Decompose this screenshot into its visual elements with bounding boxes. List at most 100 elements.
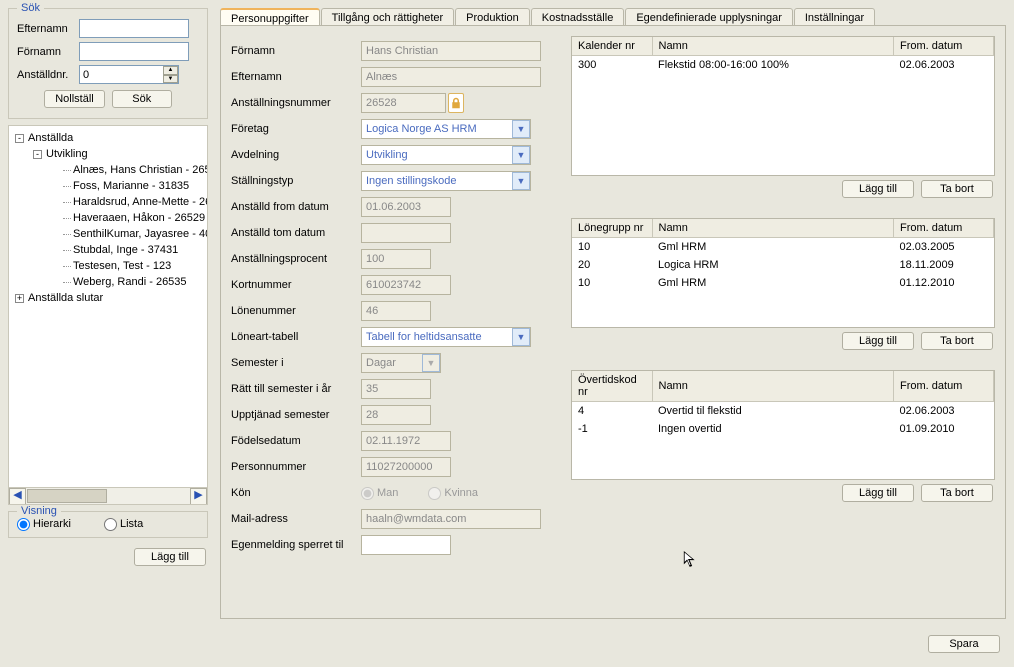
th-sg-name[interactable]: Namn	[652, 219, 894, 238]
th-sg-nr[interactable]: Lönegrupp nr	[572, 219, 652, 238]
salarygroup-remove-button[interactable]: Ta bort	[921, 332, 993, 350]
tree-item[interactable]: Haraldsrud, Anne-Mette - 26527	[73, 196, 208, 208]
th-ot-from[interactable]: From. datum	[894, 371, 994, 402]
lastname-input[interactable]	[79, 19, 189, 38]
table-cell: 10	[572, 238, 652, 257]
empnr-spinner[interactable]: ▲ ▼	[163, 66, 178, 83]
th-calendar-from[interactable]: From. datum	[894, 37, 994, 56]
th-ot-nr[interactable]: Övertidskod nr	[572, 371, 652, 402]
calendar-table[interactable]: Kalender nr Namn From. datum 300Flekstid…	[571, 36, 995, 176]
salarygroup-add-button[interactable]: Lägg till	[842, 332, 914, 350]
chevron-down-icon[interactable]: ▼	[512, 328, 530, 346]
chevron-down-icon[interactable]: ▼	[512, 172, 530, 190]
th-ot-name[interactable]: Namn	[652, 371, 894, 402]
tree-item[interactable]: SenthilKumar, Jayasree - 40030	[73, 228, 208, 240]
table-cell: 18.11.2009	[894, 256, 994, 274]
salary-table-label: Löneart-tabell	[231, 331, 361, 343]
personnr	[361, 457, 451, 477]
tab-tillgang[interactable]: Tillgång och rättigheter	[321, 8, 455, 26]
search-title: Sök	[17, 2, 44, 14]
birthdate	[361, 431, 451, 451]
reset-button[interactable]: Nollställ	[44, 90, 105, 108]
firstname-detail-label: Förnamn	[231, 45, 361, 57]
table-cell: 02.06.2003	[894, 402, 994, 421]
chevron-up-icon: ▲	[163, 66, 178, 75]
tree-group[interactable]: Utvikling	[46, 148, 88, 160]
vacation-earned	[361, 405, 431, 425]
tree-root[interactable]: Anställda	[28, 132, 73, 144]
th-sg-from[interactable]: From. datum	[894, 219, 994, 238]
view-panel: Visning Hierarki Lista	[8, 511, 208, 538]
tab-egendef[interactable]: Egendefinierade upplysningar	[625, 8, 793, 26]
personnr-label: Personnummer	[231, 461, 361, 473]
tab-produktion[interactable]: Produktion	[455, 8, 530, 26]
table-cell: Gml HRM	[652, 274, 894, 292]
egenmelding-label: Egenmelding sperret til	[231, 539, 361, 551]
calendar-add-button[interactable]: Lägg till	[842, 180, 914, 198]
employed-to	[361, 223, 451, 243]
calendar-remove-button[interactable]: Ta bort	[921, 180, 993, 198]
egenmelding-input[interactable]	[361, 535, 451, 555]
overtime-add-button[interactable]: Lägg till	[842, 484, 914, 502]
chevron-down-icon: ▼	[163, 75, 178, 84]
employment-pct	[361, 249, 431, 269]
salary-nr-label: Lönenummer	[231, 305, 361, 317]
birthdate-label: Födelsedatum	[231, 435, 361, 447]
table-row[interactable]: 300Flekstid 08:00-16:00 100%02.06.2003	[572, 56, 994, 75]
tab-installningar[interactable]: Inställningar	[794, 8, 875, 26]
view-hierarchy-option[interactable]: Hierarki	[17, 518, 71, 530]
gender-group: Man Kvinna	[361, 487, 508, 500]
expand-icon[interactable]: +	[15, 294, 24, 303]
th-calendar-nr[interactable]: Kalender nr	[572, 37, 652, 56]
table-cell: 01.12.2010	[894, 274, 994, 292]
empnr-label: Anställdnr.	[17, 69, 79, 81]
vacation-earned-label: Upptjänad semester	[231, 409, 361, 421]
tree-item[interactable]: Haveraaen, Håkon - 26529	[73, 212, 205, 224]
person-panel: Förnamn Efternamn Anställningsnummer För…	[220, 25, 1006, 619]
tree-item[interactable]: Alnæs, Hans Christian - 26528	[73, 164, 208, 176]
tree-hscrollbar[interactable]: ◀ ▶	[9, 487, 207, 504]
chevron-down-icon[interactable]: ▼	[422, 354, 440, 372]
chevron-left-icon[interactable]: ◀	[9, 488, 26, 505]
table-cell: Overtid til flekstid	[652, 402, 894, 421]
add-employee-button[interactable]: Lägg till	[134, 548, 206, 566]
card-nr	[361, 275, 451, 295]
overtime-table[interactable]: Övertidskod nr Namn From. datum 4Overtid…	[571, 370, 995, 480]
firstname-input[interactable]	[79, 42, 189, 61]
table-cell: 300	[572, 56, 652, 75]
position-label: Ställningstyp	[231, 175, 361, 187]
search-button[interactable]: Sök	[112, 90, 172, 108]
overtime-remove-button[interactable]: Ta bort	[921, 484, 993, 502]
scroll-thumb[interactable]	[27, 489, 107, 503]
table-row[interactable]: 20Logica HRM18.11.2009	[572, 256, 994, 274]
save-button[interactable]: Spara	[928, 635, 1000, 653]
table-cell: Logica HRM	[652, 256, 894, 274]
tree-item[interactable]: Weberg, Randi - 26535	[73, 276, 187, 288]
table-row[interactable]: -1Ingen overtid01.09.2010	[572, 420, 994, 438]
salarygroup-table[interactable]: Lönegrupp nr Namn From. datum 10Gml HRM0…	[571, 218, 995, 328]
table-row[interactable]: 10Gml HRM02.03.2005	[572, 238, 994, 257]
collapse-icon[interactable]: -	[15, 134, 24, 143]
lock-icon[interactable]	[448, 93, 464, 113]
tree-item[interactable]: Foss, Marianne - 31835	[73, 180, 189, 192]
table-row[interactable]: 4Overtid til flekstid02.06.2003	[572, 402, 994, 421]
company-select[interactable]	[361, 119, 531, 139]
cursor-icon	[683, 551, 698, 574]
chevron-right-icon[interactable]: ▶	[190, 488, 207, 505]
employee-tree[interactable]: -Anställda -Utvikling Alnæs, Hans Christ…	[8, 125, 208, 505]
salary-table-select[interactable]	[361, 327, 531, 347]
gender-male	[361, 487, 374, 500]
view-list-option[interactable]: Lista	[104, 518, 143, 530]
collapse-icon[interactable]: -	[33, 150, 42, 159]
table-cell: 02.03.2005	[894, 238, 994, 257]
tree-item[interactable]: Testesen, Test - 123	[73, 260, 171, 272]
th-calendar-name[interactable]: Namn	[652, 37, 894, 56]
department-select[interactable]	[361, 145, 531, 165]
tab-kostnadsstalle[interactable]: Kostnadsställe	[531, 8, 625, 26]
table-row[interactable]: 10Gml HRM01.12.2010	[572, 274, 994, 292]
chevron-down-icon[interactable]: ▼	[512, 146, 530, 164]
chevron-down-icon[interactable]: ▼	[512, 120, 530, 138]
tree-item[interactable]: Stubdal, Inge - 37431	[73, 244, 178, 256]
position-select[interactable]	[361, 171, 531, 191]
tree-root2[interactable]: Anställda slutar	[28, 292, 103, 304]
